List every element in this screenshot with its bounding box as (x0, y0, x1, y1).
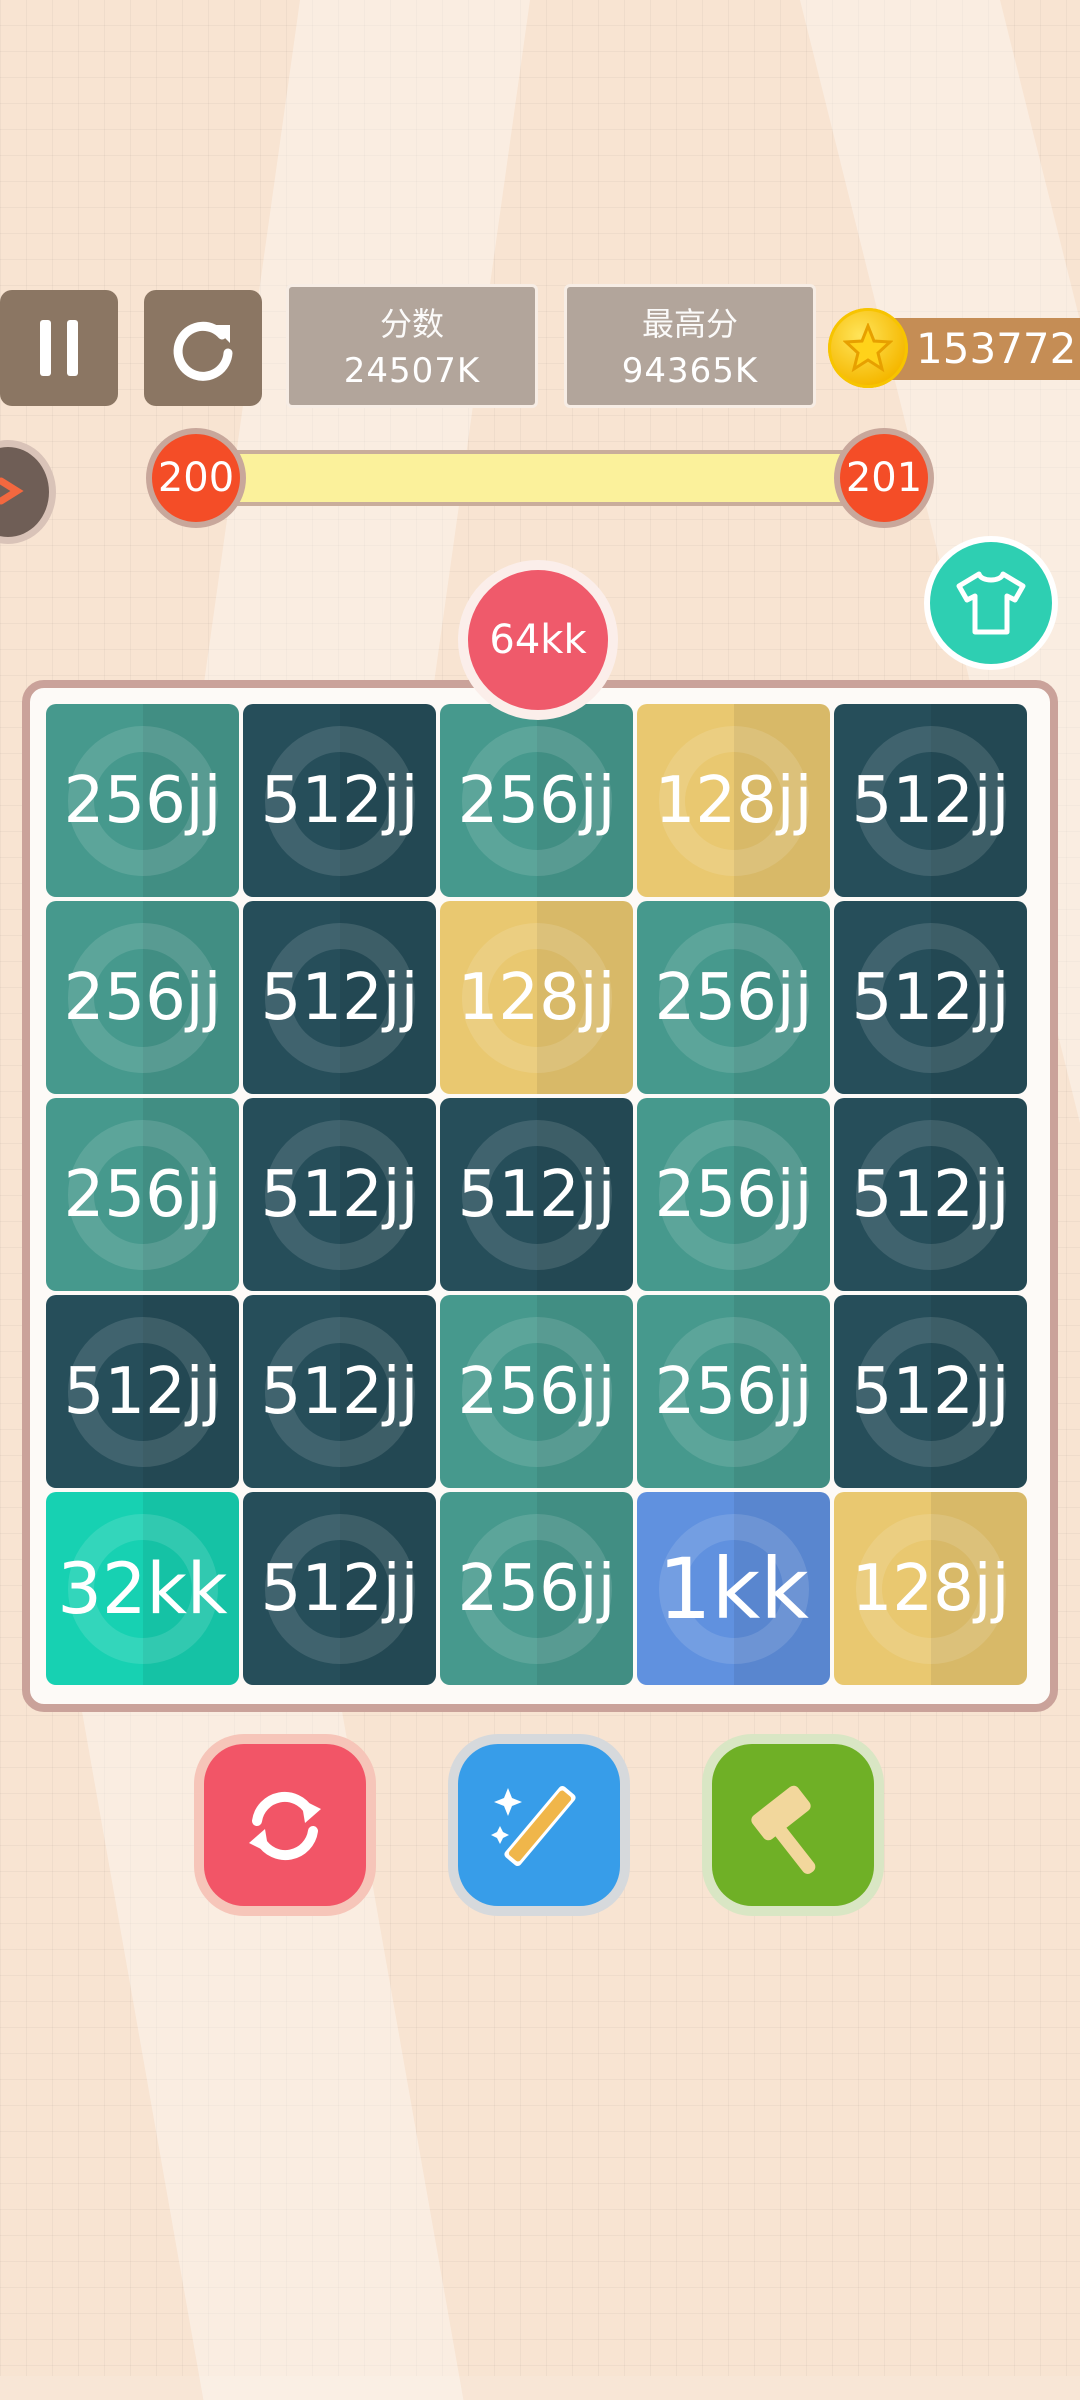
current-level: 200 (157, 455, 235, 501)
tile-value: 512jj (260, 1551, 419, 1626)
board-tile: 512jj (243, 901, 436, 1094)
tile-value: 128jj (457, 960, 616, 1035)
tile-value: 512jj (457, 1157, 616, 1232)
magic-wand-button[interactable] (458, 1744, 620, 1906)
tile-value: 256jj (457, 1551, 616, 1626)
board-tile: 512jj (834, 901, 1027, 1094)
tile-value: 32kk (57, 1547, 228, 1630)
tile-value: 512jj (851, 960, 1010, 1035)
board-tile: 512jj (440, 1098, 633, 1291)
next-tile-value: 64kk (489, 617, 587, 663)
pause-button[interactable] (0, 290, 118, 406)
tile-value: 1kk (658, 1539, 809, 1638)
tile-value: 256jj (654, 1354, 813, 1429)
hammer-icon (751, 1785, 816, 1874)
best-score-value: 94365K (621, 351, 759, 391)
tile-value: 256jj (654, 960, 813, 1035)
hammer-button[interactable] (712, 1744, 874, 1906)
tile-value: 256jj (654, 1157, 813, 1232)
tile-value: 128jj (851, 1551, 1010, 1626)
tile-value: 128jj (654, 763, 813, 838)
board-tile: 256jj (46, 704, 239, 897)
tile-value: 512jj (260, 763, 419, 838)
tile-value: 512jj (63, 1354, 222, 1429)
tile-value: 256jj (63, 1157, 222, 1232)
star-coin-icon (828, 308, 908, 388)
board-tile: 128jj (834, 1492, 1027, 1685)
tile-value: 256jj (457, 763, 616, 838)
board-tile: 512jj (834, 1098, 1027, 1291)
current-level-badge: 200 (146, 428, 246, 528)
tile-value: 512jj (260, 1354, 419, 1429)
next-level-badge: 201 (834, 428, 934, 528)
tile-value: 512jj (851, 1354, 1010, 1429)
board-tile: 512jj (834, 704, 1027, 897)
board-tile: 256jj (46, 1098, 239, 1291)
board-tile: 512jj (243, 1098, 436, 1291)
board-tile: 1kk (637, 1492, 830, 1685)
swap-arrows-icon (0, 477, 24, 505)
tile-value: 512jj (851, 1157, 1010, 1232)
best-score-panel: 最高分 94365K (564, 284, 816, 408)
magic-wand-icon (491, 1785, 576, 1867)
restart-icon (173, 321, 233, 381)
tile-value: 256jj (63, 960, 222, 1035)
game-board[interactable]: 256jj 512jj 256jj 128jj 512jj 256jj 512jj 128jj… (22, 680, 1058, 1712)
board-tile: 256jj (440, 1295, 633, 1488)
skin-shop-button[interactable] (924, 536, 1058, 670)
tile-value: 512jj (851, 763, 1010, 838)
board-tile: 512jj (243, 1492, 436, 1685)
shirt-icon (956, 571, 1026, 635)
tile-value: 512jj (260, 960, 419, 1035)
board-tile: 256jj (637, 901, 830, 1094)
tile-value: 256jj (63, 763, 222, 838)
next-level: 201 (845, 455, 923, 501)
board-tile: 256jj (440, 704, 633, 897)
board-tile: 256jj (440, 1492, 633, 1685)
pause-icon (40, 320, 78, 376)
board-tile: 512jj (243, 1295, 436, 1488)
tile-value: 256jj (457, 1354, 616, 1429)
shuffle-button[interactable] (204, 1744, 366, 1906)
board-tile: 32kk (46, 1492, 239, 1685)
restart-button[interactable] (144, 290, 262, 406)
score-label: 分数 (379, 305, 444, 343)
coin-counter[interactable]: 153772 (828, 308, 1080, 388)
shuffle-icon (249, 1791, 321, 1861)
score-panel: 分数 24507K (286, 284, 538, 408)
coin-amount: 153772 (916, 324, 1077, 373)
board-tile: 256jj (46, 901, 239, 1094)
board-tile: 512jj (46, 1295, 239, 1488)
board-tile: 256jj (637, 1098, 830, 1291)
level-progress-bar (230, 450, 850, 506)
tile-value: 512jj (260, 1157, 419, 1232)
board-tile: 128jj (440, 901, 633, 1094)
board-tile: 128jj (637, 704, 830, 897)
board-tile: 256jj (637, 1295, 830, 1488)
next-tile: 64kk (458, 560, 618, 720)
score-value: 24507K (343, 351, 481, 391)
best-score-label: 最高分 (641, 305, 738, 343)
board-tile: 512jj (243, 704, 436, 897)
board-tile: 512jj (834, 1295, 1027, 1488)
